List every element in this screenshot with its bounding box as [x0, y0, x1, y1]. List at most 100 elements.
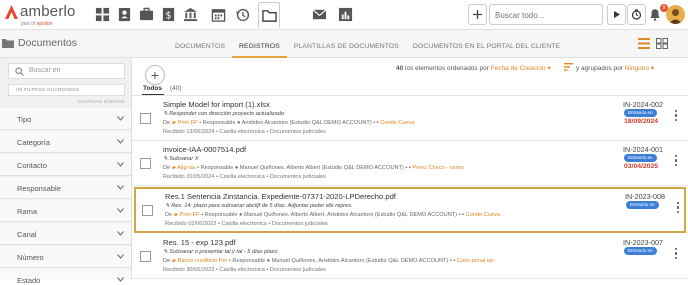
mail-icon[interactable]	[311, 6, 328, 23]
record-title[interactable]: invoice-IAA-0007514.pdf	[163, 145, 246, 154]
user-avatar[interactable]	[666, 5, 685, 24]
chevron-down-icon	[117, 231, 124, 236]
user-icon: ●	[239, 212, 243, 218]
chevron-down-icon	[117, 162, 124, 167]
tab-plantillas[interactable]: PLANTILLAS DE DOCUMENTOS	[287, 30, 406, 58]
add-icon[interactable]	[468, 4, 487, 25]
history-icon[interactable]	[234, 6, 251, 23]
briefcase-icon: ▪	[408, 165, 411, 171]
record-title[interactable]: Res. 15 - exp 123.pdf	[163, 238, 236, 247]
sidebar-search-field[interactable]: Buscar en	[8, 63, 125, 79]
tab-todos[interactable]: Todos	[143, 85, 162, 92]
timer-icon[interactable]	[627, 4, 646, 25]
record-title[interactable]: Res.1 Sentencia Zinstancia. Expediente-0…	[165, 192, 396, 201]
filter-label: Contacto	[17, 161, 48, 170]
amberlo-logo[interactable]: amberlo part of epsilon	[4, 3, 84, 29]
record-checkbox[interactable]	[140, 113, 151, 124]
sort-direction-icon[interactable]	[564, 63, 573, 71]
user-icon: ●	[237, 120, 241, 126]
record-meta: De ▰ Prim FP • Responsable ● Manuel Quiñ…	[165, 212, 500, 218]
status-badge: Entrando en	[624, 109, 657, 117]
record-row-selected[interactable]: Res.1 Sentencia Zinstancia. Expediente-0…	[134, 187, 686, 233]
filter-actions[interactable]: GUARDAR BORRAR	[8, 99, 125, 104]
filter-contacto[interactable]: Contacto	[0, 154, 131, 176]
add-record-button[interactable]: +	[145, 65, 165, 85]
filter-responsable[interactable]: Responsable	[0, 177, 131, 199]
filter-estado[interactable]: Estado	[0, 269, 131, 285]
filter-label: Responsable	[17, 184, 61, 193]
record-meta: De ▰ Prim FP • Responsable ● Aristides A…	[163, 120, 415, 126]
calendar-icon[interactable]	[210, 6, 227, 23]
contacts-icon[interactable]	[116, 6, 133, 23]
filter-label: Tipo	[17, 115, 32, 124]
tab-documentos[interactable]: DOCUMENTOS	[168, 30, 232, 58]
page-title: Documentos	[18, 37, 77, 49]
search-icon	[15, 67, 24, 76]
group-summary: y agrupados por Ninguno ▾	[576, 65, 655, 72]
reports-icon[interactable]	[337, 6, 354, 23]
briefcase-icon[interactable]	[138, 6, 155, 23]
more-options-icon[interactable]	[674, 155, 678, 169]
group-field-dropdown[interactable]: Ninguno	[625, 65, 649, 72]
filter-numero[interactable]: Número	[0, 246, 131, 268]
record-received: Recibido 30/05/2023 • Casilla electronic…	[163, 267, 326, 273]
folder-icon: ▰	[171, 258, 177, 264]
global-search-input[interactable]	[490, 6, 590, 25]
play-icon[interactable]	[607, 4, 626, 25]
tab-registros[interactable]: REGISTROS	[231, 30, 287, 58]
divider	[132, 95, 688, 96]
global-search-field[interactable]	[489, 4, 603, 25]
user-icon: ●	[234, 165, 239, 171]
logo-subtitle: part of epsilon	[21, 21, 53, 27]
tab-portal-cliente[interactable]: DOCUMENTOS EN EL PORTAL DEL CLIENTE	[406, 30, 567, 58]
briefcase-icon: ▪	[462, 212, 465, 218]
more-options-icon[interactable]	[674, 248, 678, 262]
more-options-icon[interactable]	[674, 110, 678, 124]
record-received: Recibido 02/06/2023 • Casilla electronic…	[165, 221, 328, 227]
filter-categoria[interactable]: Categoría	[0, 131, 131, 153]
folder-icon: ▰	[171, 165, 177, 171]
dashboard-icon[interactable]	[94, 6, 111, 23]
record-received: Recibido 31/05/2024 • Casilla electronic…	[163, 174, 326, 180]
record-checkbox[interactable]	[140, 158, 151, 169]
record-row[interactable]: Res. 15 - exp 123.pdf ✎ Subsanar o prese…	[132, 235, 688, 279]
record-title[interactable]: Simple Model for import (1).xlsx	[163, 100, 270, 109]
chevron-down-icon	[117, 185, 124, 190]
filter-label: Rama	[17, 207, 38, 216]
chevron-down-icon	[117, 116, 124, 121]
filter-canal[interactable]: Canal	[0, 223, 131, 245]
record-meta: De ▰ Alig-las • Responsable ● Manuel Qui…	[163, 165, 464, 171]
logo-wordmark: amberlo	[20, 3, 76, 20]
record-code: IN-2023-008	[625, 192, 665, 201]
bank-icon[interactable]	[182, 6, 199, 23]
folder-icon	[2, 39, 14, 48]
record-code: IN-2023-007	[623, 238, 663, 247]
record-row[interactable]: invoice-IAA-0007514.pdf ✎ Subsanar X De …	[132, 142, 688, 186]
filter-sidebar: Buscar en (0) FILTROS GUARDADOS GUARDAR …	[0, 58, 132, 285]
chevron-down-icon	[117, 139, 124, 144]
filter-tipo[interactable]: Tipo	[0, 108, 131, 130]
filter-rama[interactable]: Rama	[0, 200, 131, 222]
grid-view-icon[interactable]	[656, 38, 668, 49]
record-checkbox[interactable]	[140, 251, 151, 262]
svg-text:$: $	[166, 10, 172, 21]
status-badge: Entrando en	[626, 201, 659, 209]
documents-icon[interactable]	[258, 2, 280, 28]
record-code: IN-2024-001	[623, 145, 663, 154]
more-options-icon[interactable]	[676, 202, 680, 216]
billing-icon[interactable]: $	[160, 6, 177, 23]
status-badge: Entrando en	[624, 247, 657, 255]
sort-field-dropdown[interactable]: Fecha de Creación	[491, 65, 546, 72]
logo-mark-icon	[5, 5, 18, 19]
tab-todos-count: (40)	[170, 85, 182, 92]
sort-summary: 40 los elementos ordenados por Fecha de …	[396, 65, 551, 72]
section-tabs: DOCUMENTOS REGISTROS PLANTILLAS DE DOCUM…	[168, 30, 567, 58]
record-row[interactable]: Simple Model for import (1).xlsx ✎ Respo…	[132, 97, 688, 141]
record-note: ✎ Res. 14: plazo para subsanar abciljf d…	[165, 203, 353, 209]
status-badge: Entrando en	[624, 154, 657, 162]
chevron-down-icon	[117, 254, 124, 259]
list-view-icon[interactable]	[638, 38, 650, 49]
filter-label: Número	[17, 253, 44, 262]
record-checkbox[interactable]	[142, 205, 153, 216]
saved-filters-dropdown[interactable]: (0) FILTROS GUARDADOS	[8, 84, 125, 96]
